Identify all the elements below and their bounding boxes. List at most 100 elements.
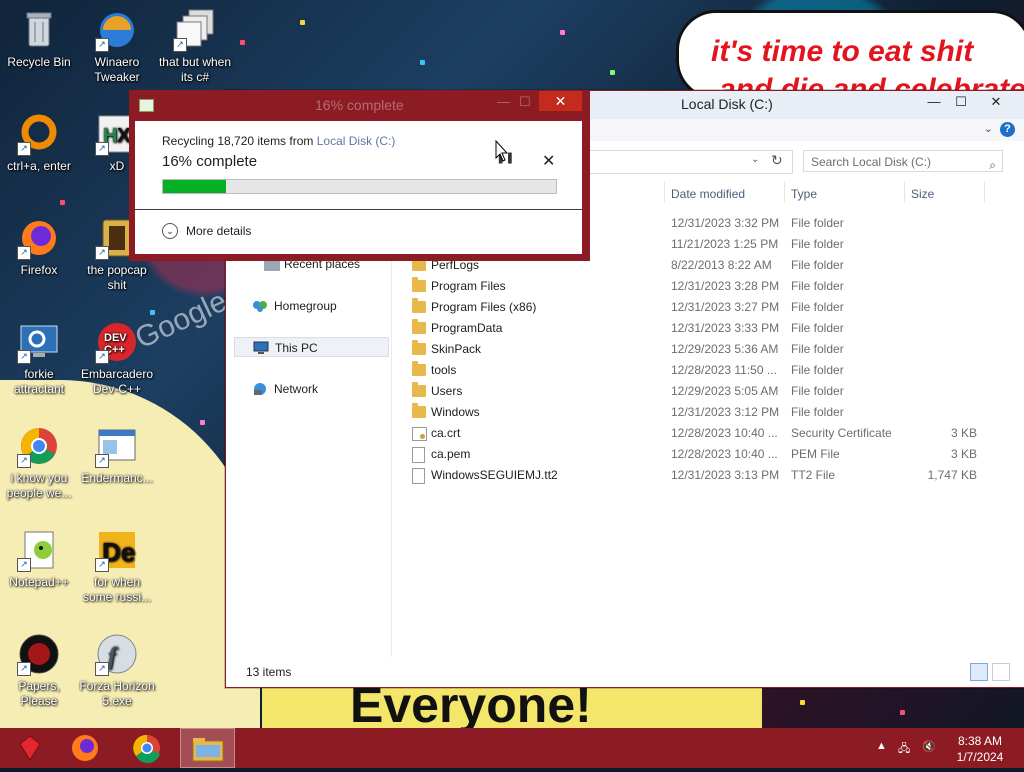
- computer-icon: [253, 341, 269, 355]
- file-row[interactable]: Program Files (x86) 12/31/2023 3:27 PM Fil…: [406, 297, 1006, 318]
- file-row[interactable]: WindowsSEGUIEMJ.tt2 12/31/2023 3:13 PM TT2…: [406, 465, 1006, 486]
- folder-icon: [412, 298, 426, 313]
- chevron-down-circle-icon[interactable]: ⌄: [162, 223, 178, 239]
- minimize-button[interactable]: —: [919, 91, 949, 113]
- shortcut-arrow-icon: ↗: [95, 558, 109, 572]
- desktop-icon-papers-please[interactable]: ↗ Papers, Please: [0, 632, 78, 709]
- desktop-icon-forkie[interactable]: ↗ forkie attractant: [0, 320, 78, 397]
- column-divider[interactable]: [784, 181, 785, 203]
- source-link[interactable]: Local Disk (C:): [317, 134, 396, 148]
- file-row[interactable]: ca.pem 12/28/2023 10:40 ... PEM File 3 KB: [406, 444, 1006, 465]
- wallpaper-banner: Everyone!: [262, 686, 762, 730]
- file-type: File folder: [791, 363, 844, 377]
- column-divider[interactable]: [904, 181, 905, 203]
- details-view-button[interactable]: [970, 663, 988, 681]
- desktop-icon-stack[interactable]: ↗ that but when its c#: [156, 8, 234, 85]
- nav-item-network[interactable]: Network: [234, 379, 389, 399]
- nav-item-label: This PC: [275, 341, 318, 355]
- file-row[interactable]: Program Files 12/31/2023 3:28 PM File fold…: [406, 276, 1006, 297]
- shortcut-arrow-icon: ↗: [95, 350, 109, 364]
- shortcut-arrow-icon: ↗: [17, 454, 31, 468]
- taskbar-file-explorer[interactable]: [180, 728, 235, 768]
- desktop-icon-endermanch[interactable]: ↗ Endermanc...: [78, 424, 156, 486]
- desktop-icon-forza[interactable]: f ↗ Forza Horizon 5.exe: [78, 632, 156, 709]
- desktop-icon-de[interactable]: De ↗ for when some russi...: [78, 528, 156, 605]
- papers-please-icon: ↗: [17, 632, 61, 676]
- dialog-titlebar[interactable]: 16% complete — ☐ ✕: [129, 90, 590, 120]
- file-row[interactable]: tools 12/28/2023 11:50 ... File folder: [406, 360, 1006, 381]
- file-date: 12/31/2023 3:32 PM: [671, 216, 780, 230]
- column-header-type[interactable]: Type: [791, 187, 817, 201]
- nav-item-this-pc[interactable]: This PC: [234, 337, 389, 357]
- file-row[interactable]: ca.crt 12/28/2023 10:40 ... Security Certi…: [406, 423, 1006, 444]
- close-button[interactable]: ✕: [981, 91, 1011, 113]
- file-row[interactable]: Users 12/29/2023 5:05 AM File folder: [406, 381, 1006, 402]
- gear-monitor-icon: ↗: [17, 320, 61, 364]
- large-icons-view-button[interactable]: [992, 663, 1010, 681]
- volume-muted-icon[interactable]: 🔇: [922, 740, 936, 753]
- file-date: 12/31/2023 3:13 PM: [671, 468, 780, 482]
- item-count: 13 items: [246, 665, 292, 679]
- search-icon[interactable]: ⌕: [989, 154, 996, 176]
- clock-time: 8:38 AM: [957, 734, 1003, 748]
- folder-icon: [412, 382, 426, 397]
- confetti: [300, 20, 305, 25]
- file-date: 12/29/2023 5:36 AM: [671, 342, 779, 356]
- desktop-icon-ctrl-a[interactable]: ↗ ctrl+a, enter: [0, 112, 78, 174]
- column-divider[interactable]: [984, 181, 985, 203]
- file-date: 8/22/2013 8:22 AM: [671, 258, 772, 272]
- refresh-icon[interactable]: ↻: [771, 152, 783, 169]
- desktop-icon-winaero[interactable]: ↗ Winaero Tweaker: [78, 8, 156, 85]
- folder-icon: [412, 277, 426, 292]
- desktop-icon-label: Winaero Tweaker: [94, 55, 140, 84]
- file-row[interactable]: SkinPack 12/29/2023 5:36 AM File folder: [406, 339, 1006, 360]
- nav-item-homegroup[interactable]: Homegroup: [234, 296, 389, 316]
- chevron-down-icon[interactable]: ⌄: [751, 154, 759, 165]
- taskbar-ruby-app[interactable]: [0, 728, 60, 768]
- more-details-button[interactable]: More details: [186, 224, 251, 238]
- help-icon[interactable]: ?: [1000, 122, 1015, 137]
- dialog-maximize-button[interactable]: ☐: [519, 94, 531, 110]
- file-row[interactable]: ProgramData 12/31/2023 3:33 PM File folder: [406, 318, 1006, 339]
- network-icon[interactable]: 🖧: [898, 740, 910, 759]
- desktop-icon-recycle-bin[interactable]: Recycle Bin: [0, 8, 78, 70]
- wallpaper-speech-bubble: it's time to eat shit and die and celebr…: [676, 10, 1024, 100]
- window-app-icon: ↗: [95, 424, 139, 468]
- file-name: SkinPack: [431, 342, 482, 356]
- column-divider[interactable]: [664, 181, 665, 203]
- shortcut-arrow-icon: ↗: [17, 246, 31, 260]
- taskbar-firefox[interactable]: [55, 728, 115, 768]
- taskbar-clock[interactable]: 8:38 AM 1/7/2024: [944, 733, 1016, 765]
- search-input[interactable]: Search Local Disk (C:) ⌕: [803, 150, 1003, 172]
- desktop-icon-notepadpp[interactable]: ↗ Notepad++: [0, 528, 78, 590]
- show-hidden-icons-button[interactable]: ▲: [876, 740, 887, 752]
- desktop-icon-label: Firefox: [20, 263, 58, 277]
- dialog-close-button[interactable]: ✕: [539, 91, 582, 111]
- cancel-button[interactable]: ✕: [542, 151, 555, 171]
- desktop-icon-label: Forza Horizon 5.exe: [79, 679, 155, 708]
- column-header-size[interactable]: Size: [911, 187, 934, 201]
- file-date: 12/28/2023 10:40 ...: [671, 426, 778, 440]
- file-type: File folder: [791, 237, 844, 251]
- operation-description: Recycling 18,720 items from Local Disk (…: [162, 134, 395, 148]
- taskbar-chrome[interactable]: [117, 728, 177, 768]
- file-date: 12/31/2023 3:27 PM: [671, 300, 780, 314]
- dialog-divider: [135, 209, 582, 210]
- maximize-button[interactable]: ☐: [946, 91, 976, 113]
- desktop-icon-devcpp[interactable]: DEV C++ ↗ Embarcadero Dev-C++: [78, 320, 156, 397]
- shortcut-arrow-icon: ↗: [173, 38, 187, 52]
- file-name: Program Files: [431, 279, 506, 293]
- ribbon-expand-chevron-icon[interactable]: ⌄: [984, 122, 993, 135]
- file-type: File folder: [791, 216, 844, 230]
- shortcut-arrow-icon: ↗: [95, 454, 109, 468]
- desktop-icon-firefox[interactable]: ↗ Firefox: [0, 216, 78, 278]
- dialog-minimize-button[interactable]: —: [497, 94, 510, 109]
- address-field[interactable]: [576, 150, 793, 174]
- dialog-app-icon: [139, 99, 154, 112]
- desktop-icon-chrome[interactable]: ↗ i know you people we...: [0, 424, 78, 501]
- file-row[interactable]: Windows 12/31/2023 3:12 PM File folder: [406, 402, 1006, 423]
- desktop-icon-label: ctrl+a, enter: [7, 159, 71, 173]
- folder-icon: [412, 340, 426, 355]
- column-header-date[interactable]: Date modified: [671, 187, 745, 201]
- operation-text: Recycling 18,720 items from: [162, 134, 317, 148]
